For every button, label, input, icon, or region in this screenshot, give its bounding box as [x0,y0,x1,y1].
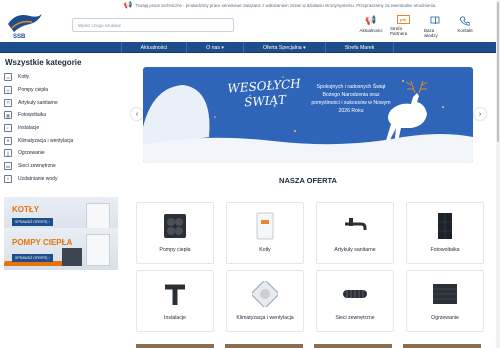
sidebar-item-label: Uzdatnianie wody [18,175,58,182]
promo-banner-heat-pumps[interactable]: POMPY CIEPŁA SPRAWDŹ OFERTĘ › [4,228,118,270]
heat-pump-unit-image [62,248,82,266]
offer-card-label: Kotły [259,247,271,253]
phone-icon [460,15,471,26]
promo-title: POMPY CIEPŁA [12,238,73,247]
heat-pump-icon [160,211,190,241]
nav-item-about[interactable]: O nas ▾ [187,42,245,53]
hero-title: WESOŁYCH ŚWIĄT [227,76,302,110]
header-link-label: Baza wiedzy [424,28,438,38]
search-input[interactable]: Wpisz czego szukasz [72,18,234,32]
next-section-preview [136,344,496,348]
offer-title: NASZA OFERTA [279,176,337,185]
offer-card-label: Pompy ciepła [159,247,191,253]
scrollbar-thumb[interactable] [497,2,499,142]
offer-card-installations[interactable]: Instalacje [136,270,214,332]
sidebar-item-air-conditioning[interactable]: ✣ Klimatyzacja i wentylacja [4,134,122,147]
floor-heating-icon [430,279,460,309]
hero-illustration [143,76,473,163]
nav-item-brands[interactable]: Strefa Marek [326,42,395,53]
maintenance-banner: 📢 Trwają prace techniczne - prowadzimy p… [0,0,500,10]
logo-text: SSB [13,34,26,40]
header-link-label: Strefa Partnera [390,26,408,36]
megaphone-icon: 📢 [123,2,133,9]
megaphone-icon: 📢 [365,15,377,25]
offer-card-label: Fotowoltaika [430,247,460,253]
sidebar-item-installations[interactable]: ┘ Instalacje [4,122,122,135]
header: SSB Wpisz czego szukasz 📢 Aktualności pt… [0,10,500,40]
sidebar-title: Wszystkie kategorie [5,58,82,67]
nav-item-news[interactable]: Aktualności [120,42,188,53]
water-drop-icon: ◊ [4,174,12,183]
solar-panel-icon: ▦ [4,111,12,120]
offer-card-external-networks[interactable]: Sieci zewnętrzne [316,270,394,332]
ceiling-fan-icon [250,279,280,309]
header-link-partner[interactable]: ptk Strefa Partnera [390,15,416,38]
network-icon: ⋈ [4,162,12,171]
radiator-icon: ║ [4,149,12,158]
offer-card-boilers[interactable]: Kotły [226,202,304,264]
maintenance-text: Trwają prace techniczne - prowadzimy pra… [135,2,437,8]
sidebar-item-label: Kotły [18,74,30,81]
solar-panel-icon [430,211,460,241]
sidebar-item-label: Fotowoltaika [18,112,47,119]
offer-card-heating[interactable]: Ogrzewanie [406,270,484,332]
offer-card-label: Instalacje [164,315,186,321]
book-icon [430,15,441,26]
heat-pump-icon: ◎ [4,86,12,95]
sidebar-item-label: Instalacje [18,125,40,132]
page-scrollbar[interactable] [496,0,500,348]
faucet-icon [340,211,370,241]
hero-message: Spokojnych i radosnych Świąt Bożego Naro… [311,84,391,114]
sidebar-item-water-treatment[interactable]: ◊ Uzdatnianie wody [4,173,122,186]
offer-card-label: Klimatyzacja i wentylacja [236,315,294,321]
corrugated-pipe-icon [340,279,370,309]
offer-card-air-conditioning[interactable]: Klimatyzacja i wentylacja [226,270,304,332]
header-link-news[interactable]: 📢 Aktualności [359,15,383,38]
hero-slider[interactable]: WESOŁYCH ŚWIĄT Spokojnych i radosnych Św… [143,67,473,163]
header-link-label: Aktualności [359,28,383,33]
sidebar-item-label: Artykuły sanitarne [18,99,58,106]
category-sidebar: Wszystkie kategorie ▭ Kotły ◎ Pompy ciepła… [4,58,122,185]
sidebar-item-label: Pompy ciepła [18,87,49,94]
header-link-knowledge[interactable]: Baza wiedzy [424,15,446,38]
sidebar-item-label: Sieci zewnętrzne [18,163,56,170]
offer-card-label: Artykuły sanitarne [334,247,376,253]
logo[interactable]: SSB [4,10,46,40]
fan-icon: ✣ [4,136,12,145]
promo-button[interactable]: SPRAWDŹ OFERTĘ › [12,254,53,262]
sanitary-icon: ⊓ [4,98,12,107]
boiler-icon: ▭ [4,73,12,82]
heat-pump-tank-image [86,234,110,266]
chevron-right-icon[interactable]: › [474,108,486,120]
pipe-fitting-icon [160,279,190,309]
offer-card-photovoltaics[interactable]: Fotowoltaika [406,202,484,264]
pipe-icon: ┘ [4,124,12,133]
sidebar-item-boilers[interactable]: ▭ Kotły [4,71,122,84]
sidebar-item-heating[interactable]: ║ Ogrzewanie [4,147,122,160]
sidebar-item-photovoltaics[interactable]: ▦ Fotowoltaika [4,109,122,122]
sidebar-item-label: Ogrzewanie [18,150,45,157]
partner-badge-icon: ptk [396,15,410,24]
sidebar-item-external-networks[interactable]: ⋈ Sieci zewnętrzne [4,160,122,173]
boiler-icon [250,211,280,241]
header-link-label: Kontakt [457,28,473,33]
chevron-left-icon[interactable]: ‹ [131,108,143,120]
offer-card-label: Sieci zewnętrzne [335,315,375,321]
offer-card-heat-pumps[interactable]: Pompy ciepła [136,202,214,264]
offer-card-label: Ogrzewanie [431,315,459,321]
sidebar-item-sanitary[interactable]: ⊓ Artykuły sanitarne [4,96,122,109]
main-nav: Aktualności O nas ▾ Oferta Specjalna ▾ S… [0,42,500,53]
sidebar-item-label: Klimatyzacja i wentylacja [18,137,74,144]
header-link-contact[interactable]: Kontakt [454,15,476,38]
offer-card-sanitary[interactable]: Artykuły sanitarne [316,202,394,264]
promo-button[interactable]: SPRAWDŹ OFERTĘ › [12,218,53,226]
sidebar-item-heat-pumps[interactable]: ◎ Pompy ciepła [4,84,122,97]
promo-title: KOTŁY [12,205,40,214]
nav-item-special-offer[interactable]: Oferta Specjalna ▾ [244,42,326,53]
